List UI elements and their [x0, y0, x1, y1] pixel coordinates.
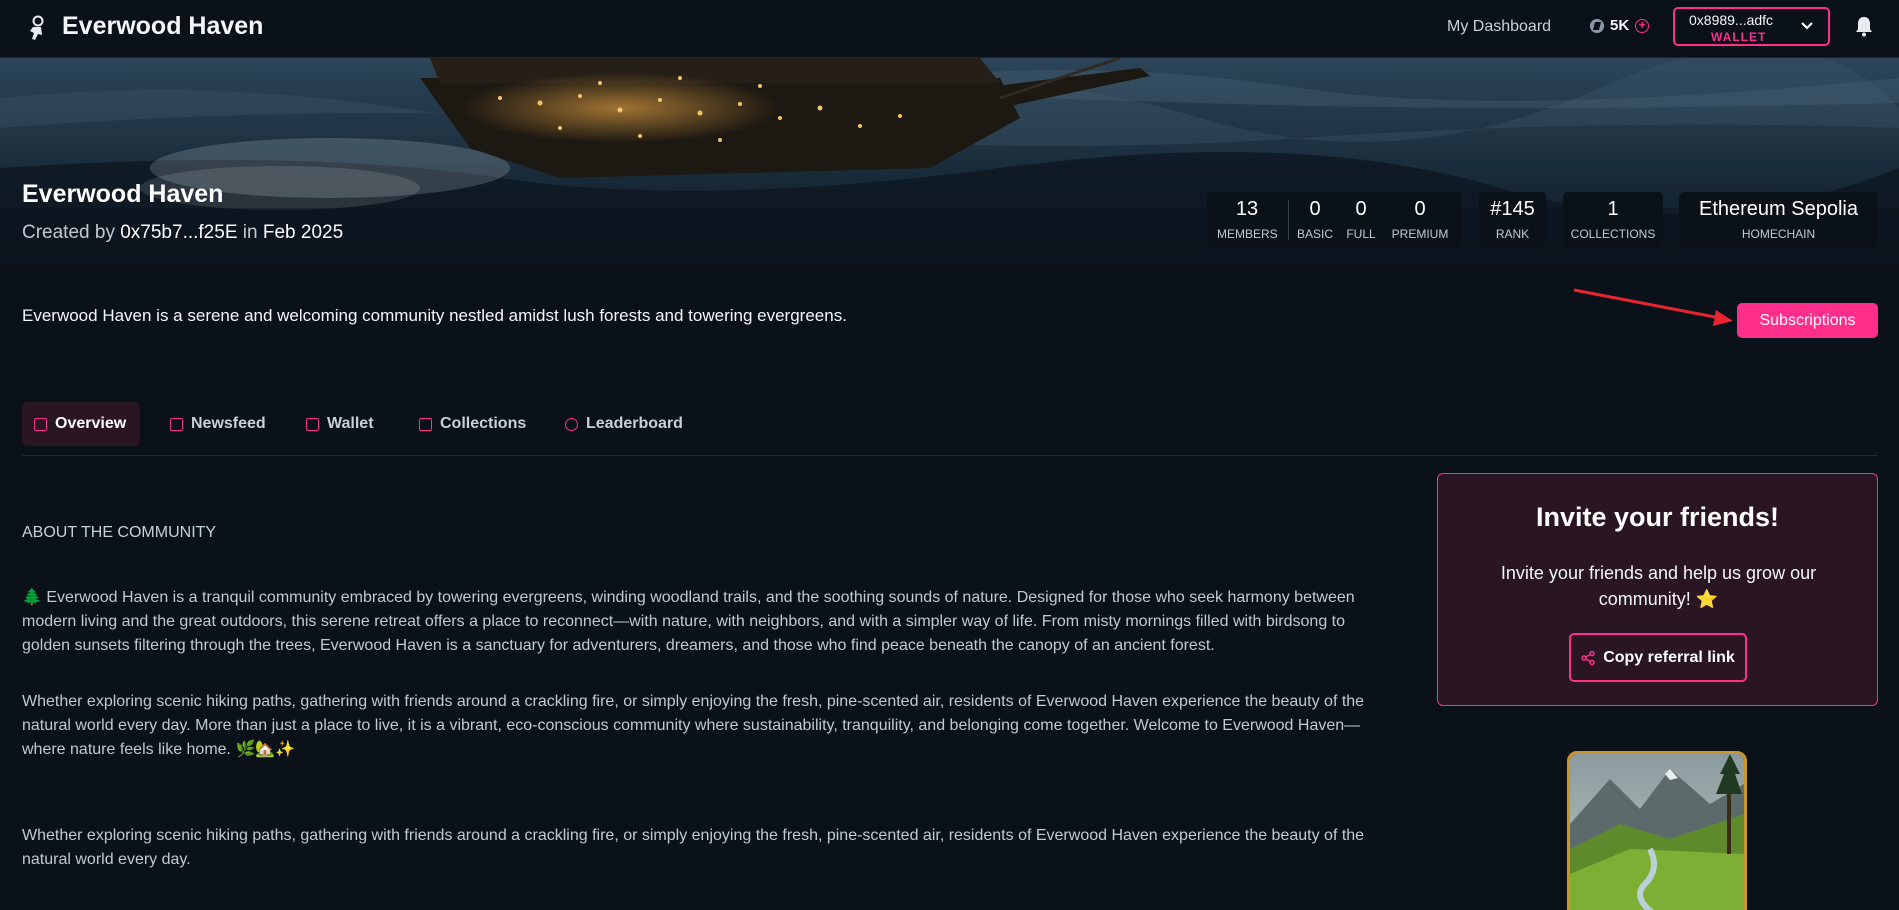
collections-label: COLLECTIONS: [1570, 227, 1656, 241]
members-count: 13: [1235, 198, 1259, 220]
members-label: MEMBERS: [1217, 227, 1278, 241]
tab-label: Wallet: [327, 415, 374, 432]
tab-label: Overview: [55, 415, 127, 432]
copy-referral-label: Copy referral link: [1603, 648, 1735, 666]
basic-label: BASIC: [1296, 227, 1333, 241]
created-in: in: [242, 222, 258, 243]
community-description: Everwood Haven is a serene and welcoming…: [22, 306, 847, 325]
tab-label: Newsfeed: [191, 415, 266, 432]
about-heading: ABOUT THE COMMUNITY: [22, 524, 217, 541]
overview-icon: [34, 417, 47, 431]
rank-label: RANK: [1495, 227, 1530, 241]
wallet-button[interactable]: 0x8989...adfc WALLET: [1673, 7, 1830, 46]
annotation-arrow-icon: [1573, 288, 1733, 326]
collections-count: 1: [1607, 198, 1619, 220]
bell-icon[interactable]: [1854, 15, 1874, 37]
about-paragraph: Whether exploring scenic hiking paths, g…: [22, 827, 1365, 868]
premium-count: 0: [1414, 198, 1426, 220]
homechain-stat: Ethereum Sepolia HOMECHAIN: [1679, 192, 1878, 248]
wallet-address: 0x8989...adfc: [1689, 12, 1774, 28]
about-paragraph: 🌲 Everwood Haven is a tranquil community…: [22, 589, 1355, 654]
tab-leaderboard[interactable]: Leaderboard: [565, 402, 683, 446]
add-points-icon[interactable]: +: [1635, 18, 1650, 33]
tab-overview[interactable]: Overview: [22, 402, 140, 446]
share-icon: [1581, 650, 1595, 665]
homechain-value: Ethereum Sepolia: [1699, 198, 1858, 220]
premium-label: PREMIUM: [1391, 227, 1449, 241]
rank-stat: #145 RANK: [1479, 192, 1546, 248]
created-prefix: Created by: [22, 222, 115, 243]
community-title: Everwood Haven: [22, 180, 224, 208]
invite-card: Invite your friends! Invite your friends…: [1437, 473, 1878, 706]
tab-newsfeed[interactable]: Newsfeed: [170, 402, 266, 446]
tab-collections[interactable]: Collections: [419, 402, 526, 446]
rank-value: #145: [1490, 198, 1535, 220]
subscriptions-button[interactable]: Subscriptions: [1737, 303, 1878, 338]
invite-title: Invite your friends!: [1535, 502, 1780, 532]
top-nav: Everwood Haven My Dashboard 5K + 0x8989.…: [0, 0, 1899, 58]
wallet-icon: [306, 417, 319, 431]
points-balance[interactable]: 5K +: [1590, 17, 1650, 34]
full-count: 0: [1355, 198, 1367, 220]
wallet-label: WALLET: [1711, 30, 1767, 44]
astronaut-logo-icon[interactable]: [26, 15, 48, 41]
tabs-divider: [22, 455, 1878, 456]
tab-label: Leaderboard: [586, 415, 683, 432]
leaderboard-icon: [565, 417, 578, 431]
invite-text: Invite your friends and help us grow our…: [1500, 563, 1817, 609]
chevron-down-icon: [1801, 22, 1813, 30]
newsfeed-icon: [170, 417, 183, 431]
brand-name[interactable]: Everwood Haven: [62, 12, 263, 41]
copy-referral-button[interactable]: Copy referral link: [1569, 633, 1747, 682]
my-dashboard-link[interactable]: My Dashboard: [1447, 18, 1551, 36]
full-label: FULL: [1346, 227, 1376, 241]
coin-icon: [1590, 18, 1604, 33]
tab-wallet[interactable]: Wallet: [306, 402, 374, 446]
collections-stat: 1 COLLECTIONS: [1563, 192, 1663, 248]
created-date: Feb 2025: [262, 222, 344, 243]
tab-label: Collections: [440, 415, 527, 432]
creator-address[interactable]: 0x75b7...f25E: [120, 222, 237, 243]
collections-icon: [419, 417, 432, 431]
homechain-label: HOMECHAIN: [1741, 227, 1816, 241]
mountain-valley-image: [1570, 754, 1744, 910]
basic-count: 0: [1309, 198, 1321, 220]
membership-stats: 13 MEMBERS 0 BASIC 0 FULL 0 PREMIUM: [1207, 192, 1462, 248]
points-value: 5K: [1610, 17, 1630, 34]
stat-divider: [1288, 200, 1289, 240]
created-by: Created by 0x75b7...f25E in Feb 2025: [22, 222, 343, 244]
about-paragraph: Whether exploring scenic hiking paths, g…: [22, 693, 1365, 758]
nft-preview-image[interactable]: [1567, 751, 1747, 910]
